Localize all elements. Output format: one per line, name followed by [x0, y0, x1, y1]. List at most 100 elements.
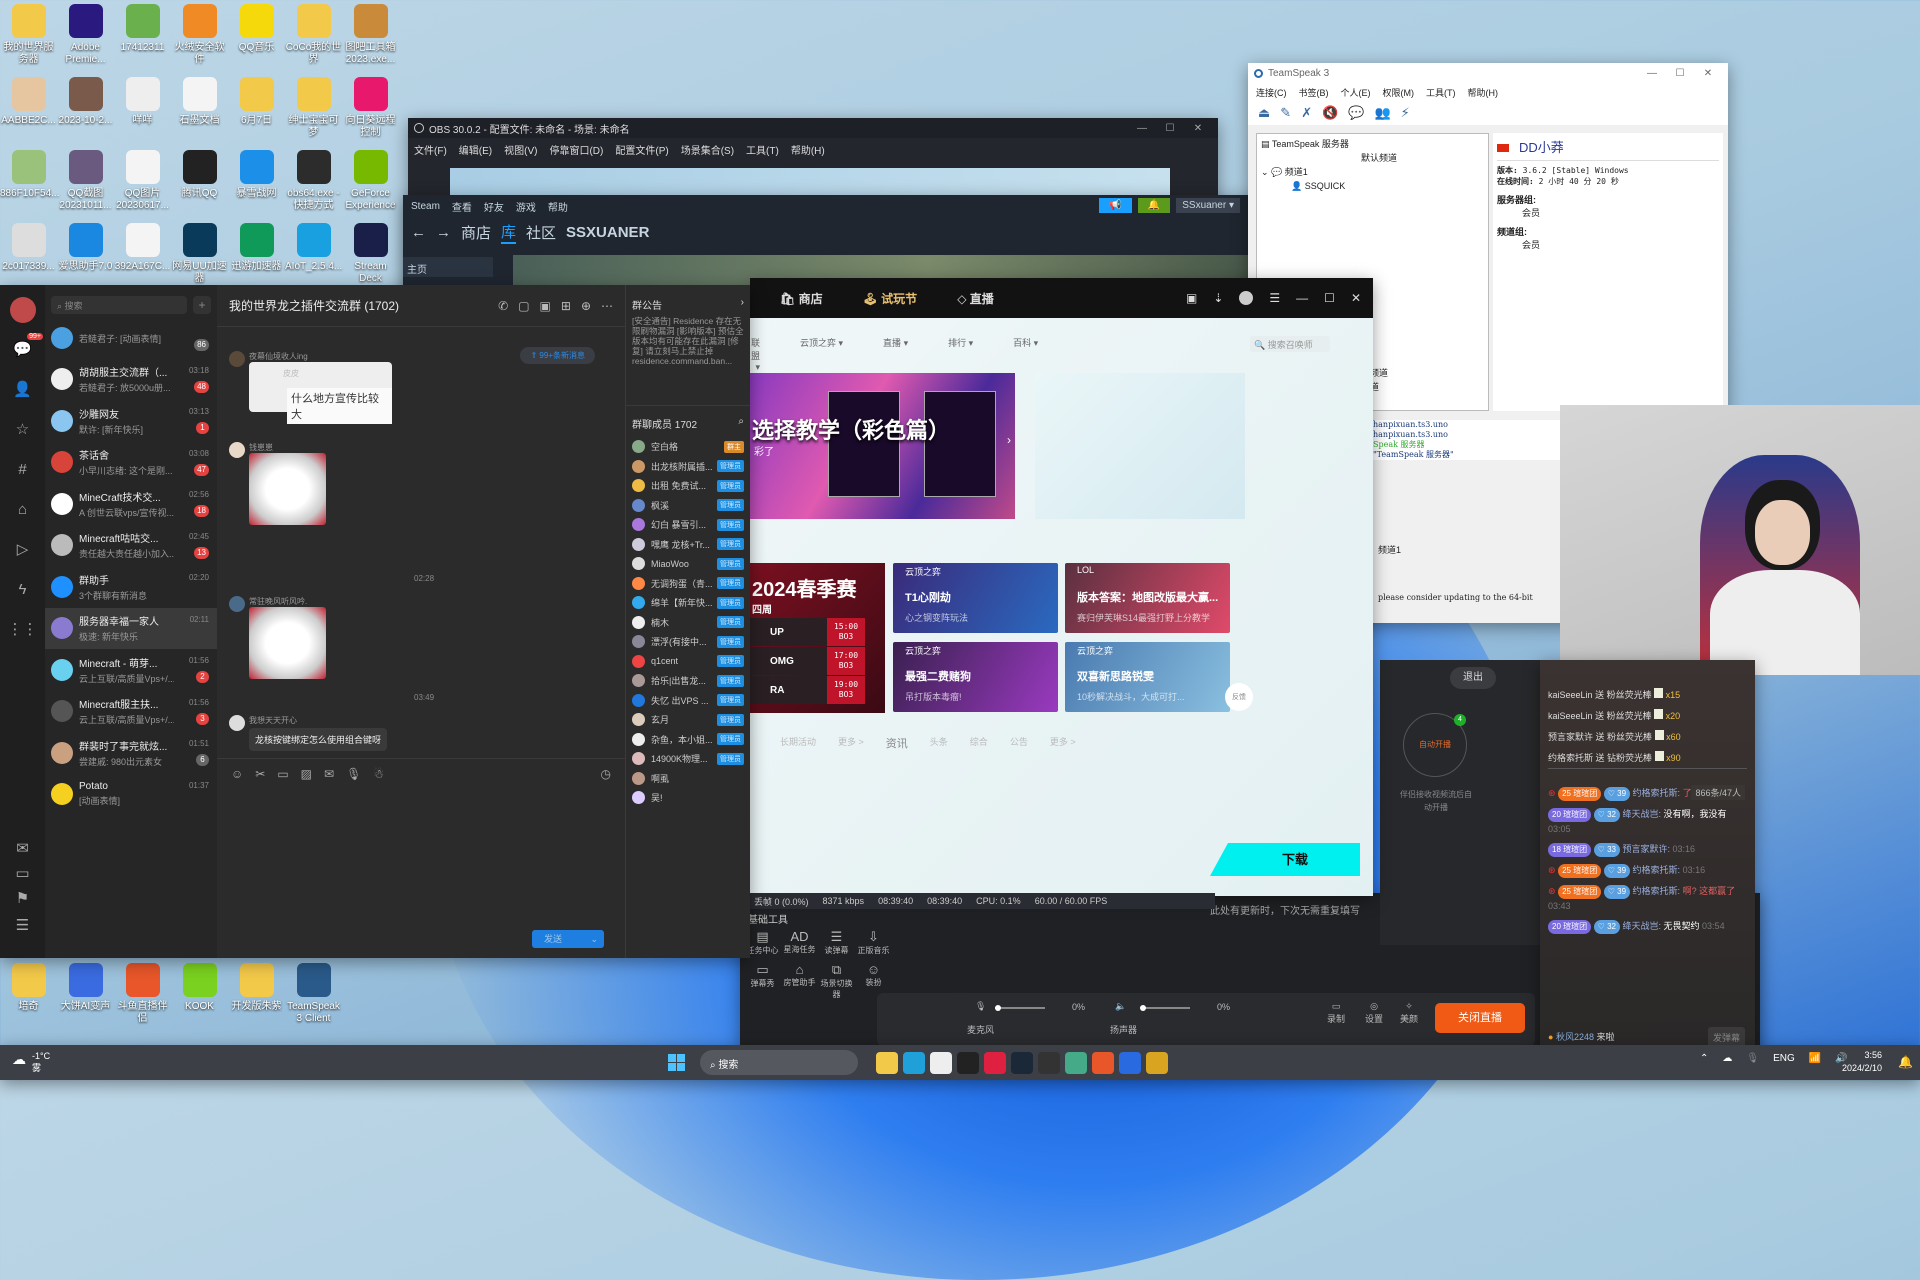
desktop-icon[interactable]: 2023-10-2...: [57, 77, 114, 127]
mic-icon[interactable]: 🎙: [1746, 1053, 1759, 1064]
minimize-button[interactable]: —: [1128, 123, 1156, 134]
conversation-item[interactable]: 群裴时了事完就炫... 尝建戚: 980出元素女 01:51 6: [45, 732, 217, 774]
image-icon[interactable]: ▨: [301, 767, 312, 781]
subnav-item[interactable]: 云顶之弈 ▾: [800, 336, 843, 373]
maximize-button[interactable]: ☐: [1324, 291, 1335, 305]
nav-tab[interactable]: SSXUANER: [566, 224, 649, 241]
desktop-icon[interactable]: QQ音乐: [228, 4, 285, 54]
tool-button[interactable]: ▭ 弹幕秀: [744, 962, 781, 1000]
nav-trial[interactable]: 🕹 试玩节: [863, 290, 918, 307]
member-item[interactable]: 枫溪 管理员: [626, 496, 750, 516]
forward-icon[interactable]: →: [436, 224, 451, 241]
desktop-icon[interactable]: 腾讯QQ: [171, 150, 228, 200]
desktop-icon[interactable]: 暴雪战网: [228, 150, 285, 200]
games-icon[interactable]: ⌂: [0, 489, 45, 529]
video-call-icon[interactable]: ▢: [518, 299, 529, 313]
nav-tab[interactable]: 社区: [526, 222, 556, 243]
desktop-icon[interactable]: QQ图片20230617...: [114, 150, 171, 212]
desktop-icon[interactable]: 向日葵远程控制: [342, 77, 399, 139]
message-bubble[interactable]: 龙核按键绑定怎么使用组合键呀: [249, 728, 388, 751]
desktop-icon[interactable]: 17412311: [114, 4, 171, 54]
mute-mic-icon[interactable]: ✗: [1301, 105, 1312, 121]
edge-taskbar-icon[interactable]: [903, 1052, 925, 1074]
default-channel[interactable]: 默认频道: [1261, 151, 1484, 165]
robot-icon[interactable]: ☃: [373, 767, 384, 781]
douyu-taskbar-icon[interactable]: [1092, 1052, 1114, 1074]
desktop-icon[interactable]: QQ截图20231011...: [57, 150, 114, 212]
member-item[interactable]: 幻白 暴雪引... 管理员: [626, 515, 750, 535]
conversation-item[interactable]: 服务器幸福一家人 极速: 新年快乐 02:11: [45, 607, 217, 649]
close-button[interactable]: ✕: [1694, 68, 1722, 79]
match-row[interactable]: UP 15:00 BO3: [750, 618, 865, 646]
member-item[interactable]: 14900K物理... 管理员: [626, 749, 750, 769]
teamspeak-taskbar-icon[interactable]: [1119, 1052, 1141, 1074]
avatar[interactable]: [1239, 291, 1254, 305]
store-taskbar-icon[interactable]: [930, 1052, 952, 1074]
member-item[interactable]: 吴!: [626, 788, 750, 808]
settings-button[interactable]: ◎ 设置: [1365, 1001, 1383, 1025]
menu-item[interactable]: 配置文件(P): [615, 142, 668, 157]
mic-slider[interactable]: [995, 1005, 1045, 1011]
wegame-taskbar-icon[interactable]: [1146, 1052, 1168, 1074]
desktop-icon[interactable]: TeamSpeak 3 Client: [285, 963, 342, 1025]
screenshot-icon[interactable]: ✂: [255, 767, 265, 781]
member-item[interactable]: 拾乐|出售龙... 管理员: [626, 671, 750, 691]
history-icon[interactable]: ◷: [601, 767, 611, 781]
desktop-icon[interactable]: 斗鱼直播伴侣: [114, 963, 171, 1025]
member-item[interactable]: 失忆 出VPS ... 管理员: [626, 691, 750, 711]
news-card[interactable]: 云顶之弈 最强二费赌狗 吊打版本毒瘤!: [893, 642, 1058, 712]
file-icon[interactable]: ▭: [277, 767, 288, 781]
menu-item[interactable]: 帮助: [548, 199, 568, 214]
member-item[interactable]: 空白格 群主: [626, 437, 750, 457]
speaker-slider[interactable]: [1140, 1005, 1190, 1011]
beauty-button[interactable]: ✧ 美颜: [1400, 1001, 1418, 1025]
wifi-icon[interactable]: 📶: [1809, 1053, 1821, 1064]
close-button[interactable]: ✕: [1351, 291, 1361, 305]
subnav-item[interactable]: 排行 ▾: [948, 336, 973, 373]
tool-button[interactable]: ⇩ 正版音乐: [855, 929, 892, 956]
start-button[interactable]: [668, 1054, 685, 1071]
tab[interactable]: 综合: [970, 735, 988, 751]
taskbar-search[interactable]: ⌕ 搜索: [700, 1050, 858, 1075]
desktop-icon[interactable]: 图吧工具箱2023.exe...: [342, 4, 399, 66]
steam-taskbar-icon[interactable]: [1011, 1052, 1033, 1074]
steam-home[interactable]: 主页: [403, 257, 493, 277]
desktop-icon[interactable]: 爱思助手7.0: [57, 223, 114, 273]
teamspeak-tab[interactable]: 频道1: [1378, 543, 1401, 556]
menu-item[interactable]: Steam: [411, 201, 440, 212]
minimize-button[interactable]: —: [1638, 68, 1666, 79]
menu-item[interactable]: 帮助(H): [1468, 86, 1499, 99]
conversation-item[interactable]: 沙雕网友 默许: [新年快乐] 03:13 1: [45, 400, 217, 442]
channel-node[interactable]: ⌄ 💬 频道1: [1261, 165, 1484, 179]
tool-button[interactable]: ⌂ 房管助手: [781, 962, 818, 1000]
member-item[interactable]: MiaoWoo 管理员: [626, 554, 750, 574]
menu-item[interactable]: 工具(T): [1426, 86, 1456, 99]
maximize-button[interactable]: ☐: [1156, 123, 1184, 134]
call-icon[interactable]: ✆: [498, 299, 508, 313]
tab[interactable]: 资讯: [886, 735, 908, 751]
sticker-image[interactable]: [249, 607, 326, 679]
subscribe-icon[interactable]: ⚡: [1401, 105, 1410, 121]
tool-button[interactable]: ⧉ 场景切换器: [818, 962, 855, 1000]
conversation-item[interactable]: Minecraft咕咕交... 责任越大责任越小加入... 02:45 13: [45, 525, 217, 567]
menu-icon[interactable]: ☰: [1269, 291, 1280, 305]
tool-button[interactable]: AD 星海任务: [781, 929, 818, 956]
menu-item[interactable]: 游戏: [516, 199, 536, 214]
notice-title[interactable]: 群公告 ›: [626, 285, 750, 316]
match-row[interactable]: RA 19:00 BO3: [750, 676, 865, 704]
match-row[interactable]: OMG 17:00 BO3: [750, 647, 865, 675]
clock[interactable]: 3:56 2024/2/10: [1842, 1049, 1882, 1075]
menu-item[interactable]: 编辑(E): [459, 142, 492, 157]
onedrive-icon[interactable]: ☁: [1722, 1053, 1732, 1064]
speaker-icon[interactable]: 🔈: [1115, 1001, 1126, 1012]
stop-live-button[interactable]: 关闭直播: [1435, 1003, 1525, 1033]
send-button[interactable]: 发送 ⌄: [532, 930, 604, 948]
screen-share-icon[interactable]: ▣: [540, 299, 551, 313]
download-button[interactable]: 下载: [1210, 843, 1360, 876]
emoji-icon[interactable]: ☺: [231, 767, 243, 781]
member-item[interactable]: 楠木 管理员: [626, 613, 750, 633]
record-button[interactable]: ▭ 录制: [1327, 1001, 1345, 1025]
desktop-icon[interactable]: 网易UU加速器: [171, 223, 228, 285]
gift-box-icon[interactable]: ▣: [1186, 291, 1197, 305]
contacts-icon[interactable]: 👤: [0, 369, 45, 409]
